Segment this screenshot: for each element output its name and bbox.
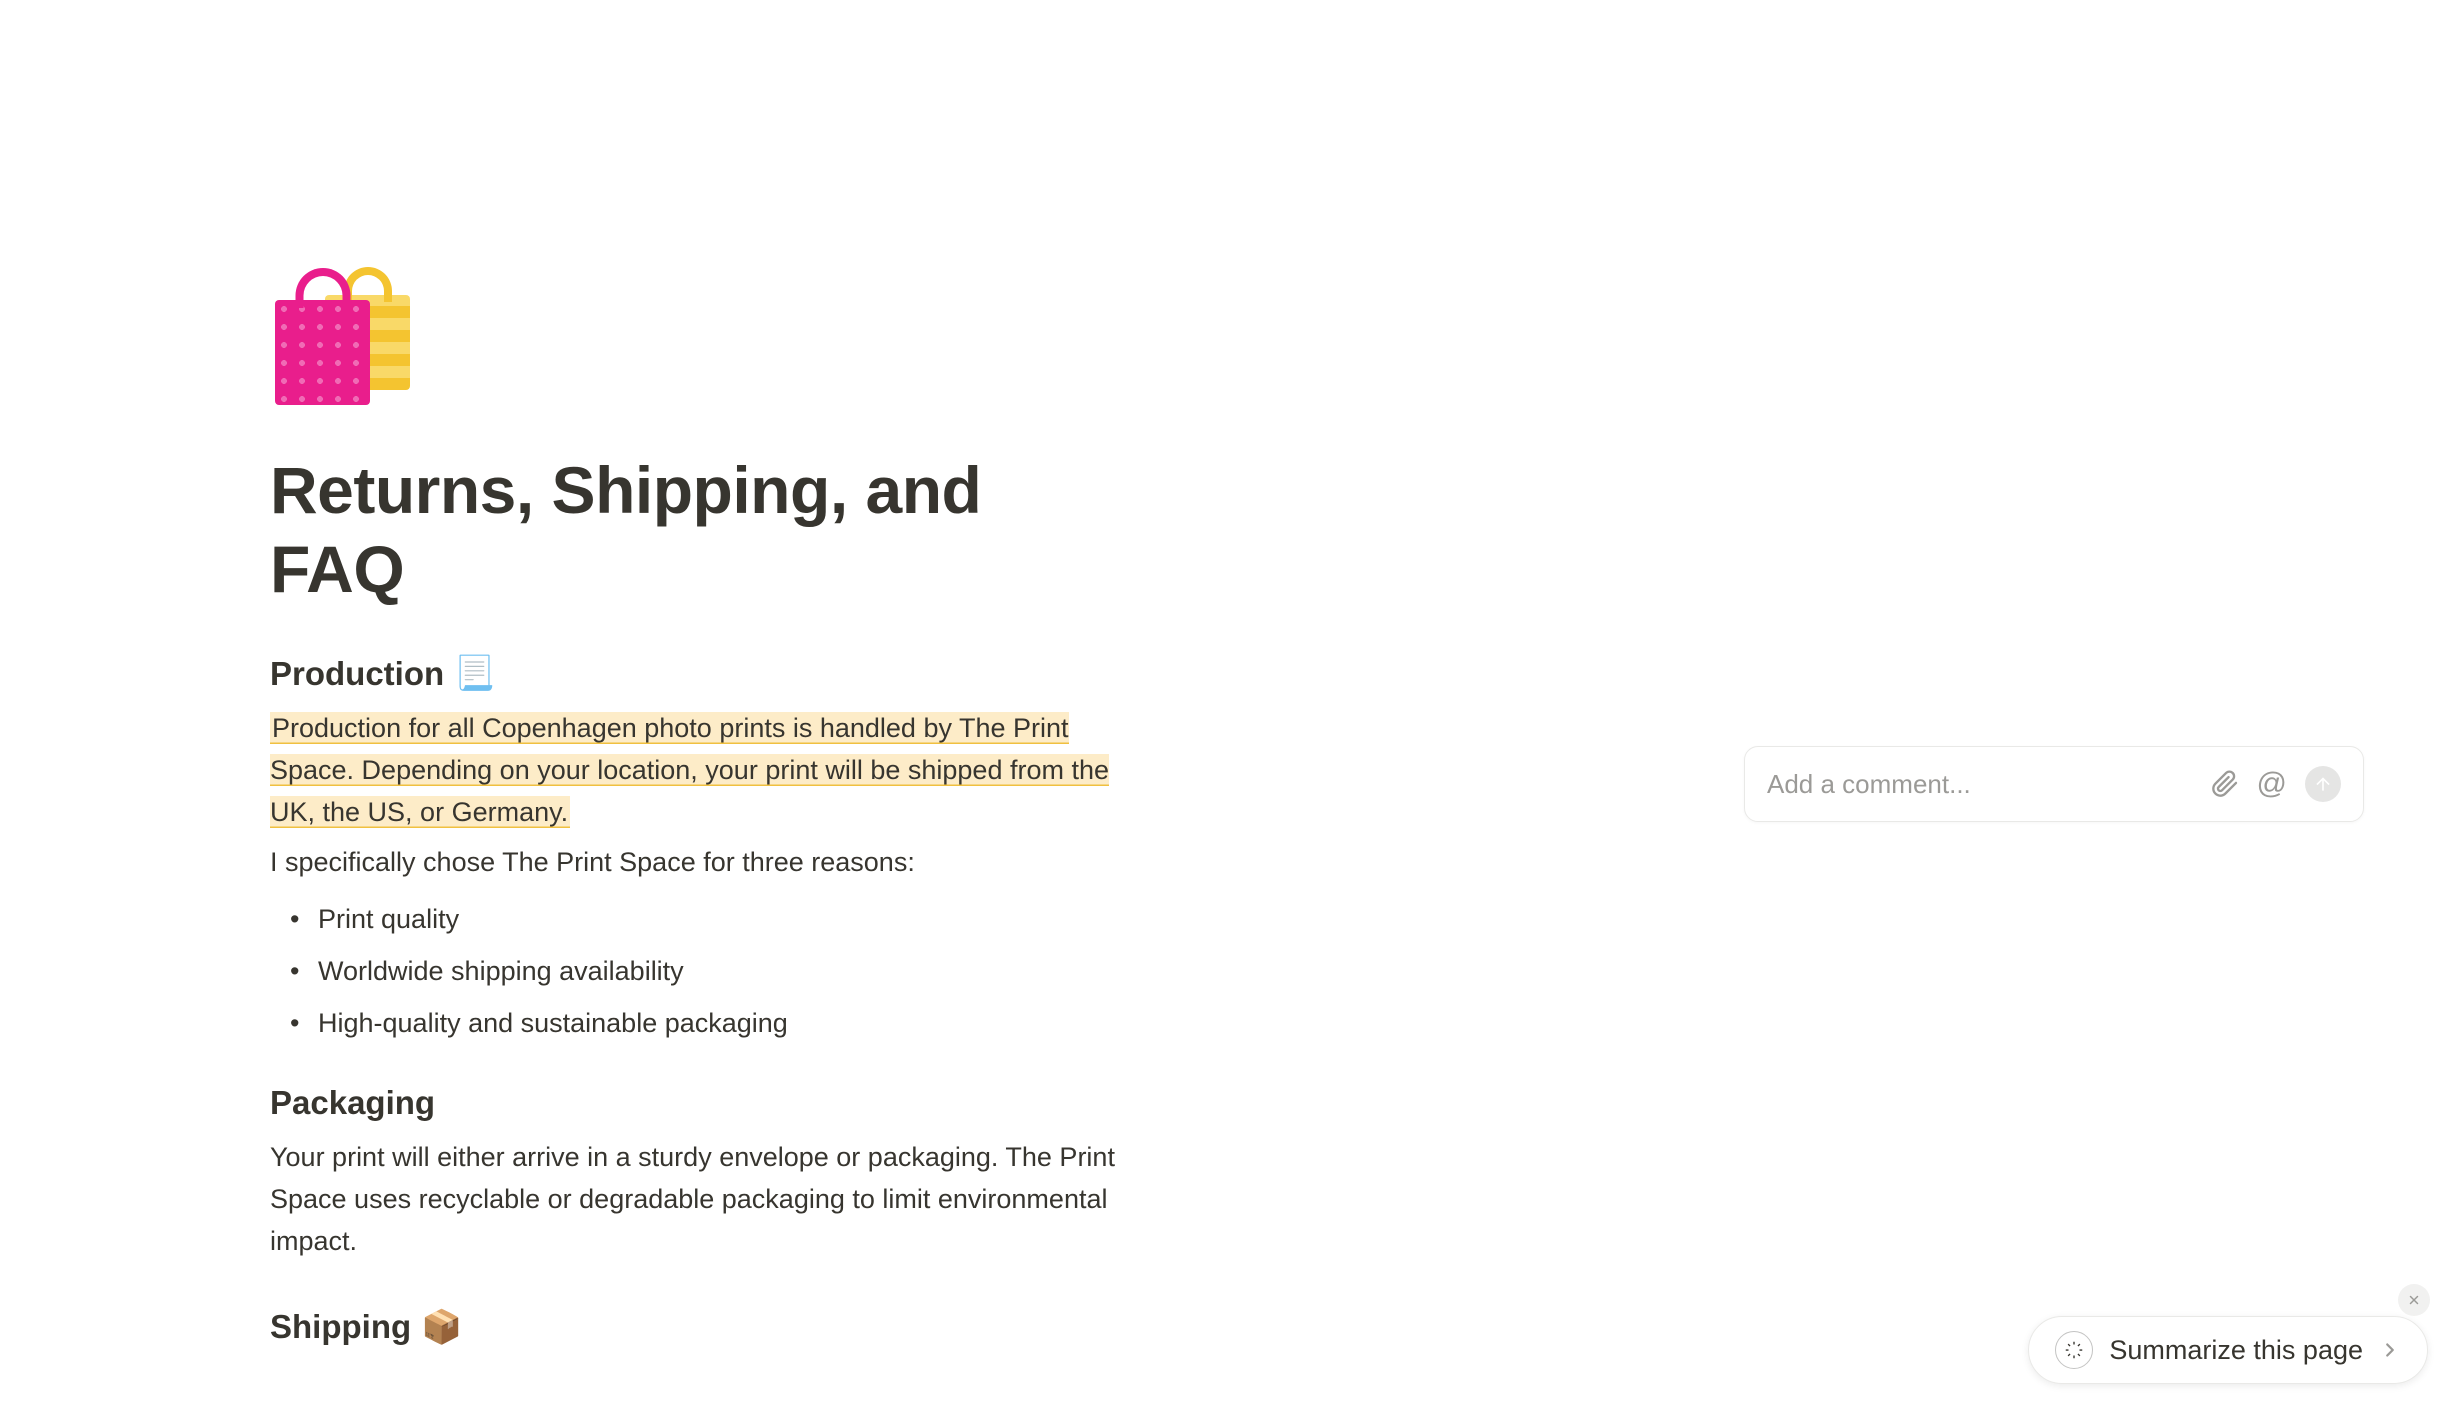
section-heading-shipping[interactable]: Shipping 📦 <box>270 1308 1130 1347</box>
heading-text: Shipping <box>270 1308 411 1346</box>
summarize-label: Summarize this page <box>2109 1335 2363 1366</box>
package-icon: 📦 <box>421 1308 462 1347</box>
production-intro-text[interactable]: I specifically chose The Print Space for… <box>270 842 1130 884</box>
production-reasons-list: Print quality Worldwide shipping availab… <box>270 894 1130 1050</box>
page-icon[interactable] <box>265 250 1130 431</box>
production-highlighted-paragraph[interactable]: Production for all Copenhagen photo prin… <box>270 708 1130 834</box>
ai-sparkle-icon <box>2055 1331 2093 1369</box>
page-content: Returns, Shipping, and FAQ Production 📃 … <box>0 0 1400 1347</box>
highlighted-text: Production for all Copenhagen photo prin… <box>270 712 1109 828</box>
receipt-icon: 📃 <box>454 654 495 693</box>
mention-icon[interactable]: @ <box>2257 767 2287 801</box>
comment-actions: @ <box>2211 766 2341 802</box>
summarize-button[interactable]: Summarize this page <box>2028 1316 2428 1384</box>
list-item[interactable]: High-quality and sustainable packaging <box>318 998 1130 1050</box>
heading-text: Packaging <box>270 1084 435 1122</box>
attach-icon[interactable] <box>2211 770 2239 798</box>
comment-box: @ <box>1744 746 2364 822</box>
close-button[interactable] <box>2398 1284 2430 1316</box>
chevron-right-icon <box>2379 1339 2401 1361</box>
packaging-body-text[interactable]: Your print will either arrive in a sturd… <box>270 1137 1130 1263</box>
section-heading-production[interactable]: Production 📃 <box>270 654 1130 693</box>
list-item[interactable]: Print quality <box>318 894 1130 946</box>
comment-input[interactable] <box>1767 769 2211 800</box>
shopping-bags-icon <box>265 250 425 410</box>
list-item[interactable]: Worldwide shipping availability <box>318 946 1130 998</box>
page-title[interactable]: Returns, Shipping, and FAQ <box>270 451 1130 609</box>
section-heading-packaging[interactable]: Packaging <box>270 1084 1130 1122</box>
submit-comment-button[interactable] <box>2305 766 2341 802</box>
heading-text: Production <box>270 655 444 693</box>
